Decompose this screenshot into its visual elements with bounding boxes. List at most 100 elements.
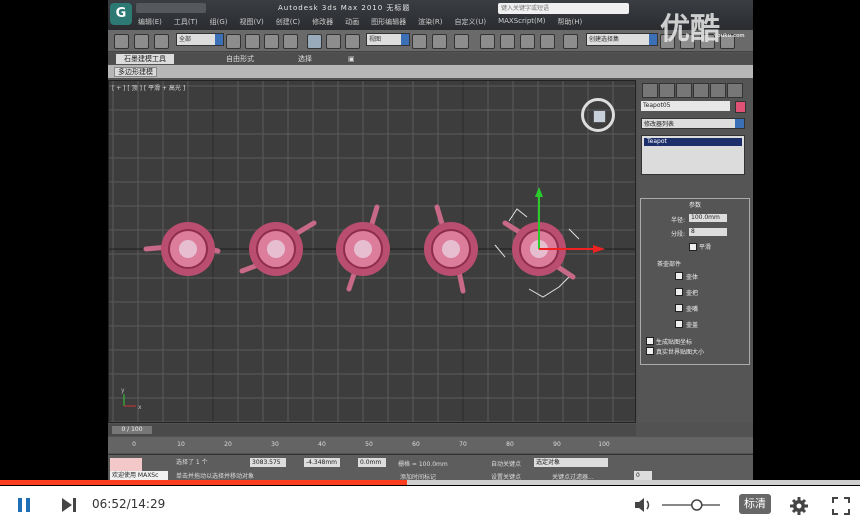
reference-coord-dropdown[interactable]: 视图 (366, 33, 410, 46)
volume-knob[interactable] (691, 499, 703, 511)
unlink-icon[interactable] (134, 34, 149, 49)
pivot-center-icon[interactable] (412, 34, 427, 49)
time-slider-thumb[interactable]: 0 / 100 (112, 426, 152, 434)
teapot-object (336, 204, 390, 292)
tab-freeform[interactable]: 自由形式 (218, 54, 262, 64)
segments-field[interactable]: 8 (689, 228, 727, 236)
video-progress-fill (0, 480, 407, 485)
tab-extra[interactable]: ▣ (340, 54, 363, 64)
axis-x-label: x (138, 404, 142, 411)
polygon-modeling-panel[interactable]: 多边形建模 (114, 67, 157, 77)
params-title[interactable]: 参数 (689, 200, 701, 209)
help-search-input[interactable]: 键入关键字或短语 (498, 3, 629, 14)
handle-checkbox[interactable] (675, 288, 683, 296)
selected-object-dropdown[interactable]: 选定对象 (534, 458, 608, 467)
modify-tab-icon[interactable] (659, 83, 675, 98)
timeline-tick-label: 60 (412, 441, 420, 448)
stack-item[interactable]: Teapot (644, 138, 742, 146)
radius-field[interactable]: 100.0mm (689, 214, 727, 222)
video-progress-bar[interactable] (0, 480, 860, 485)
percent-snap-icon[interactable] (520, 34, 535, 49)
tab-selection[interactable]: 选择 (290, 54, 320, 64)
volume-slider[interactable] (660, 496, 724, 514)
real-world-checkbox[interactable] (646, 347, 654, 355)
modifier-stack[interactable]: Teapot (641, 135, 745, 175)
link-icon[interactable] (114, 34, 129, 49)
time-slider[interactable]: 0 / 100 (108, 424, 636, 436)
spinner-snap-icon[interactable] (540, 34, 555, 49)
select-by-name-icon[interactable] (245, 34, 260, 49)
motion-tab-icon[interactable] (693, 83, 709, 98)
object-name-field[interactable]: Teapot05 (641, 101, 730, 111)
timeline-tick-label: 70 (459, 441, 467, 448)
smooth-checkbox[interactable] (689, 243, 697, 251)
menu-help[interactable]: 帮助(H) (558, 17, 583, 27)
pause-icon[interactable] (16, 496, 32, 514)
menu-group[interactable]: 组(G) (210, 17, 228, 27)
menu-views[interactable]: 视图(V) (240, 17, 264, 27)
object-color-swatch[interactable] (735, 101, 746, 113)
axis-y-label: y (121, 387, 125, 394)
lid-checkbox[interactable] (675, 320, 683, 328)
snaps-toggle-icon[interactable] (480, 34, 495, 49)
top-viewport[interactable]: [ + ] [ 顶 ] [ 平滑 + 高光 ] x y (108, 80, 636, 423)
utilities-tab-icon[interactable] (727, 83, 743, 98)
select-and-move-icon[interactable] (307, 34, 322, 49)
select-and-scale-icon[interactable] (345, 34, 360, 49)
edit-named-sets-icon[interactable] (563, 34, 578, 49)
ribbon-panel: 多边形建模 (108, 65, 753, 78)
spout-checkbox[interactable] (675, 304, 683, 312)
select-object-icon[interactable] (226, 34, 241, 49)
menu-maxscript[interactable]: MAXScript(M) (498, 17, 545, 27)
menu-customize[interactable]: 自定义(U) (454, 17, 486, 27)
next-icon[interactable] (60, 496, 80, 514)
prompt-line: 单击并拖动以选择并移动对象 (176, 473, 255, 480)
maxscript-listener-text[interactable]: 欢迎使用 MAXSc (110, 471, 168, 480)
selection-filter-dropdown[interactable]: 全部 (176, 33, 224, 46)
rect-selection-icon[interactable] (264, 34, 279, 49)
quick-access-toolbar[interactable] (136, 3, 206, 13)
timeline-tick-label: 50 (365, 441, 373, 448)
settings-gear-icon[interactable] (789, 496, 809, 516)
angle-snap-icon[interactable] (500, 34, 515, 49)
teapot-selected (494, 187, 605, 298)
parameters-rollout: 参数 半径: 100.0mm 分段: 8 平滑 茶壶部件 壶体 壶把 壶嘴 壶盖… (640, 198, 750, 365)
quality-button[interactable]: 标清 (739, 494, 771, 514)
fullscreen-icon[interactable] (831, 496, 851, 516)
timeline-tick-label: 0 (132, 441, 136, 448)
track-bar[interactable]: 0 10 20 30 40 50 60 70 80 90 100 (108, 437, 753, 453)
current-frame-field[interactable]: 0 (634, 471, 652, 480)
teapot-object (424, 204, 478, 294)
z-coord-field[interactable]: 0.0mm (358, 458, 386, 467)
modifier-list-dropdown[interactable]: 修改器列表 (641, 118, 745, 129)
menu-rendering[interactable]: 渲染(R) (418, 17, 442, 27)
select-manipulate-icon[interactable] (432, 34, 447, 49)
gen-mapping-checkbox[interactable] (646, 337, 654, 345)
menu-modifiers[interactable]: 修改器 (312, 17, 333, 27)
y-coord-field[interactable]: -4.348mm (304, 458, 340, 467)
timeline-ticks: 0 10 20 30 40 50 60 70 80 90 100 (132, 441, 610, 448)
3dsmax-window: G Autodesk 3ds Max 2010 无标题 键入关键字或短语 编辑(… (108, 0, 753, 482)
playback-time: 06:52/14:29 (92, 497, 166, 511)
display-tab-icon[interactable] (710, 83, 726, 98)
menu-graph-editors[interactable]: 图形编辑器 (371, 17, 406, 27)
bind-space-warp-icon[interactable] (154, 34, 169, 49)
select-and-rotate-icon[interactable] (326, 34, 341, 49)
auto-key-button[interactable]: 自动关键点 (491, 459, 521, 468)
body-checkbox[interactable] (675, 272, 683, 280)
app-logo[interactable]: G (110, 3, 132, 25)
menu-tools[interactable]: 工具(T) (174, 17, 198, 27)
named-selection-sets-dropdown[interactable]: 创建选择集 (586, 33, 658, 46)
create-tab-icon[interactable] (642, 83, 658, 98)
menu-animation[interactable]: 动画 (345, 17, 359, 27)
x-coord-field[interactable]: 3083.575 (250, 458, 286, 467)
window-crossing-icon[interactable] (283, 34, 298, 49)
volume-icon[interactable] (633, 496, 655, 514)
hierarchy-tab-icon[interactable] (676, 83, 692, 98)
graphite-ribbon: 石墨建模工具 自由形式 选择 ▣ (108, 53, 753, 64)
timeline-tick-label: 20 (224, 441, 232, 448)
tab-graphite-modeling[interactable]: 石墨建模工具 (116, 54, 174, 64)
menu-edit[interactable]: 编辑(E) (138, 17, 162, 27)
keyboard-shortcut-icon[interactable] (454, 34, 469, 49)
menu-create[interactable]: 创建(C) (276, 17, 300, 27)
